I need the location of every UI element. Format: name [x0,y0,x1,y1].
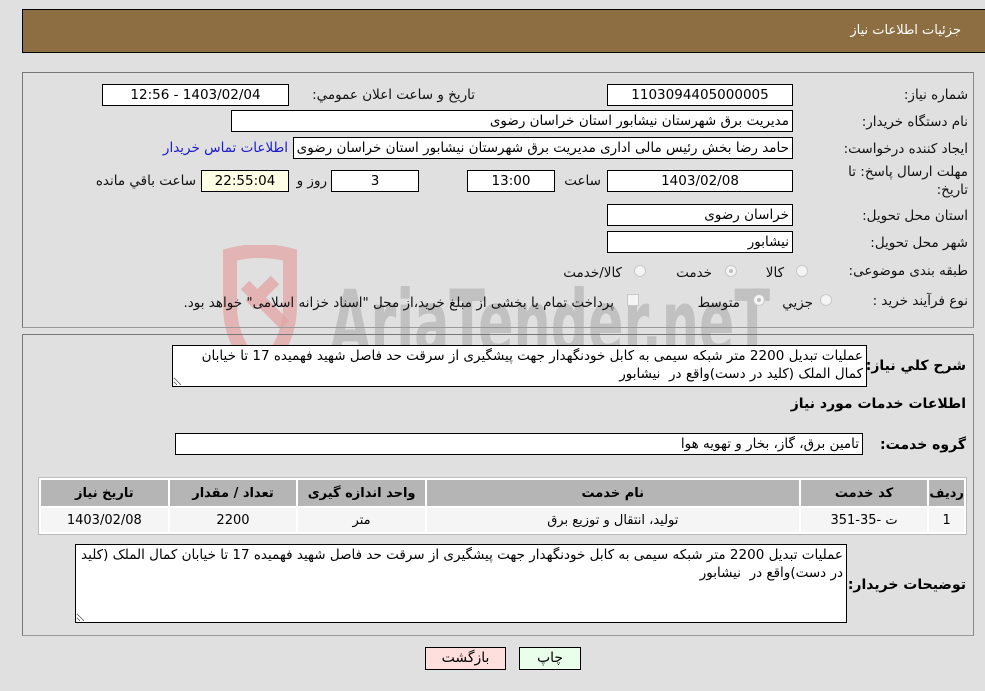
deadline-time-label: ساعت [564,173,601,189]
category-label: طبقه بندی موضوعی: [848,263,968,279]
need-number-field: 1103094405000005 [607,84,793,106]
remaining-days-field: 3 [331,170,419,192]
cell-quantity: 2200 [169,508,297,532]
category-goods-service-label: كالا/خدمت [563,265,622,281]
deadline-label: مهلت ارسال پاسخ: تا [848,164,968,180]
province-field: خراسان رضوی [607,204,793,226]
description-label: شرح كلي نياز: [865,358,966,374]
print-button[interactable]: چاپ [519,647,581,670]
service-group-label: گروه خدمت: [880,437,966,453]
cell-service-code: ت -35-351 [800,508,928,532]
col-service-name: نام خدمت [426,480,799,506]
deadline-date-field: 1403/02/08 [607,170,793,192]
col-quantity: تعداد / مقدار [169,480,297,506]
services-section-title: اطلاعات خدمات مورد نياز [790,396,966,412]
requester-field: حامد رضا بخش رئیس مالی اداری مدیریت برق … [293,137,793,159]
col-service-code: كد خدمت [800,480,928,506]
requester-label: ايجاد كننده درخواست: [843,141,968,157]
col-need-date: تاريخ نياز [41,480,168,506]
col-row-number: رديف [929,480,964,506]
buyer-org-field: مدیریت برق شهرستان نیشابور استان خراسان … [231,110,793,132]
city-label: شهر محل تحويل: [870,235,968,251]
services-table-header: رديف كد خدمت نام خدمت واحد اندازه گيری ت… [41,480,964,506]
service-group-field: تامین برق، گاز، بخار و تهویه هوا [175,433,863,455]
table-row: 1 ت -35-351 تولید، انتقال و توزیع برق مت… [41,508,964,532]
treasury-bonds-checkbox[interactable] [627,294,639,306]
remaining-time-field: 22:55:04 [201,170,289,192]
purchase-minor-radio[interactable] [820,294,832,306]
days-label: روز و [296,173,327,189]
need-number-label: شماره نیاز: [903,87,968,103]
category-service-label: خدمت [676,265,712,281]
page-header: جزئیات اطلاعات نیاز [22,9,985,53]
col-unit: واحد اندازه گيری [298,480,425,506]
deadline-time-field: 13:00 [467,170,555,192]
services-table: رديف كد خدمت نام خدمت واحد اندازه گيری ت… [38,477,967,535]
page-title: جزئیات اطلاعات نیاز [850,23,961,38]
city-field: نیشابور [607,231,793,253]
buyer-org-label: نام دستگاه خريدار: [861,114,968,130]
buyer-notes-label: توضيحات خريدار: [847,577,966,593]
cell-need-date: 1403/02/08 [41,508,168,532]
category-goods-radio[interactable] [796,265,808,277]
purchase-medium-radio[interactable] [753,294,765,306]
category-goods-label: كالا [765,265,784,281]
category-goods-service-radio[interactable] [634,265,646,277]
cell-service-name: تولید، انتقال و توزیع برق [426,508,799,532]
province-label: استان محل تحويل: [862,208,968,224]
back-button[interactable]: بازگشت [425,647,506,670]
buyer-notes-textarea[interactable]: عملیات تبدیل 2200 متر شبکه سیمی به کابل … [75,544,847,623]
purchase-medium-label: متوسط [697,295,740,311]
announce-datetime-label: تاريخ و ساعت اعلان عمومي: [312,87,475,103]
purchase-type-label: نوع فرآيند خريد : [872,293,968,309]
description-textarea[interactable]: عملیات تبدیل 2200 متر شبکه سیمی به کابل … [172,345,867,387]
cell-row-number: 1 [929,508,964,532]
buyer-contact-link[interactable]: اطلاعات تماس خريدار [163,140,288,156]
treasury-note: پرداخت تمام يا بخشی از مبلغ خريد،از محل … [183,295,614,311]
purchase-minor-label: جزيي [782,295,813,311]
remaining-time-label: ساعت باقي مانده [95,173,196,189]
cell-unit: متر [298,508,425,532]
deadline-label-date: تاريخ: [936,182,968,198]
category-service-radio[interactable] [725,265,737,277]
announce-datetime-field: 1403/02/04 - 12:56 [102,84,289,106]
